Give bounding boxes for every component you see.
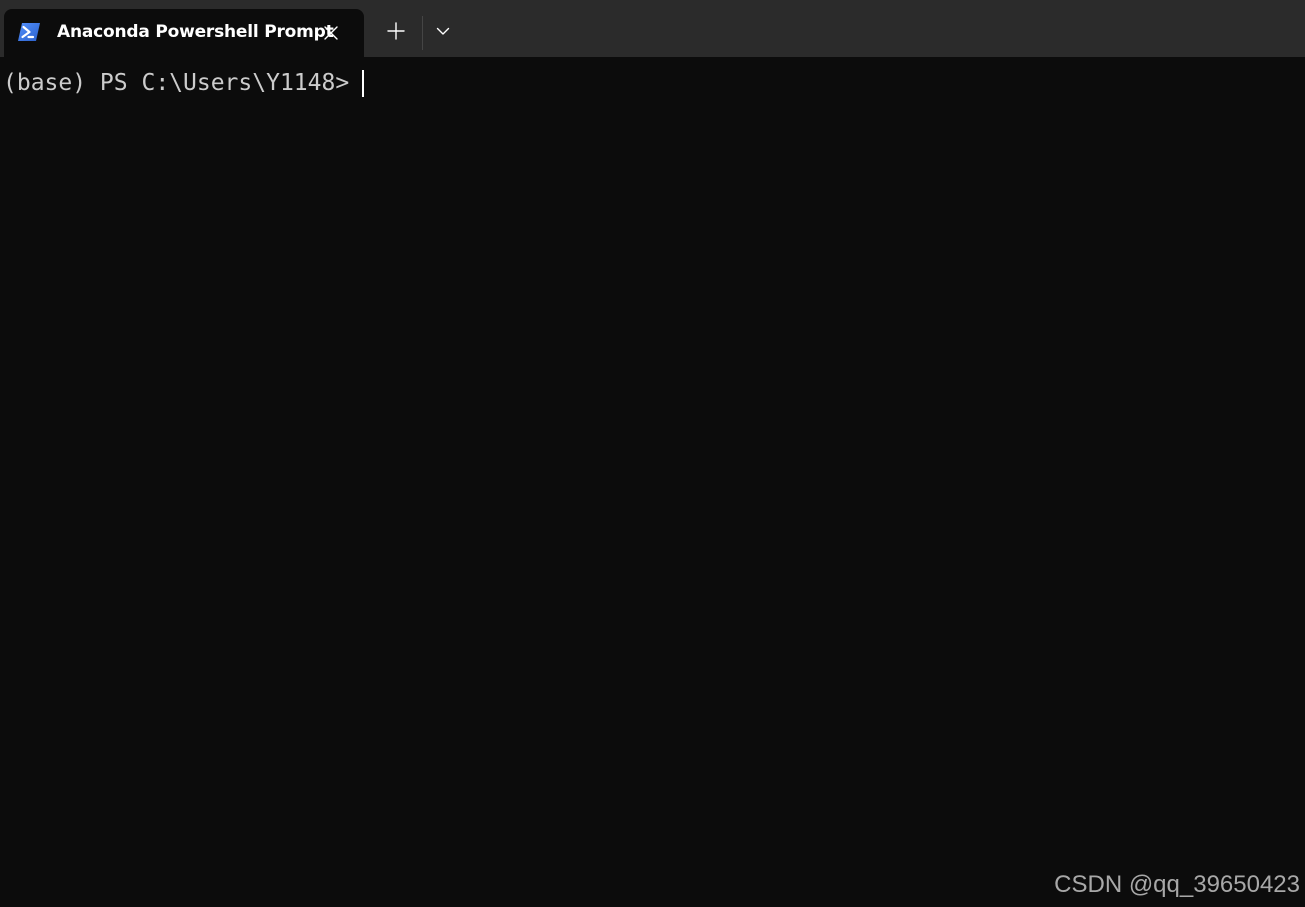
powershell-icon <box>18 21 40 43</box>
text-cursor <box>362 69 365 97</box>
terminal-window: Anaconda Powershell Prompt (base) PS C:\… <box>0 0 1305 907</box>
tab-title: Anaconda Powershell Prompt <box>57 22 334 42</box>
close-icon[interactable] <box>318 20 344 46</box>
watermark: CSDN @qq_39650423 <box>1054 871 1300 898</box>
toolbar-divider <box>422 16 423 50</box>
prompt-text: (base) PS C:\Users\Y1148> <box>3 70 350 96</box>
tab-anaconda-powershell[interactable]: Anaconda Powershell Prompt <box>4 9 364 57</box>
prompt-line: (base) PS C:\Users\Y1148> <box>3 67 365 99</box>
new-tab-button[interactable] <box>380 17 412 49</box>
terminal-output[interactable]: (base) PS C:\Users\Y1148> <box>0 57 1305 907</box>
chevron-down-icon <box>436 24 450 43</box>
plus-icon <box>387 21 405 45</box>
tab-dropdown-button[interactable] <box>428 17 458 49</box>
title-bar: Anaconda Powershell Prompt <box>0 0 1305 57</box>
